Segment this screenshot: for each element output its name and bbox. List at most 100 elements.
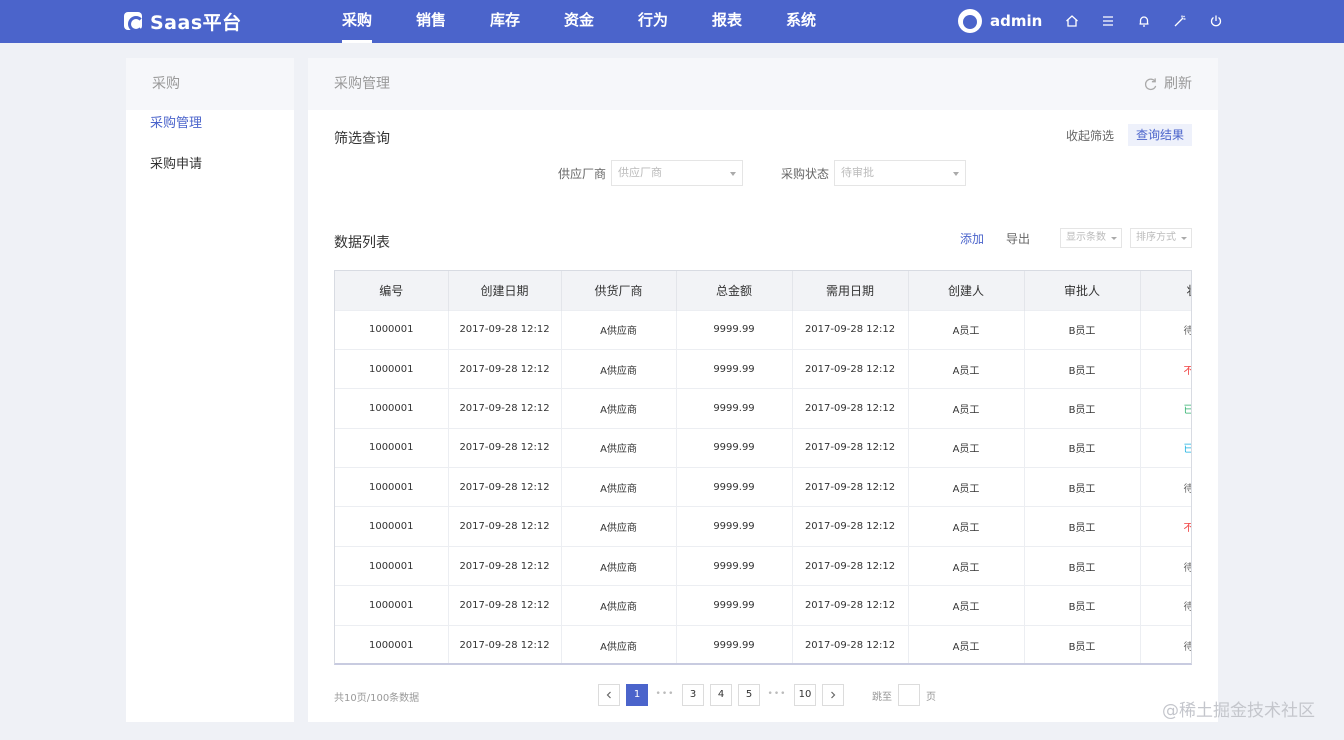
nav-item-behavior[interactable]: 行为 (616, 0, 690, 43)
table-cell: 1000001 (335, 506, 449, 547)
table-cell: A供应商 (561, 427, 677, 468)
table-cell: 2017-09-28 12:12 (792, 388, 909, 429)
table-cell: 1000001 (335, 388, 449, 429)
column-header[interactable]: 编号 (335, 271, 449, 310)
nav-item-system[interactable]: 系统 (764, 0, 838, 43)
menu-icon[interactable] (1090, 9, 1126, 33)
pagination-summary: 共10页/100条数据 (334, 693, 420, 704)
jump-page-input[interactable] (898, 684, 920, 706)
column-header[interactable]: 创建日期 (448, 271, 562, 310)
table-cell: A员工 (908, 624, 1025, 663)
table-cell: 不 (1140, 348, 1191, 389)
home-icon[interactable] (1054, 9, 1090, 33)
app-logo[interactable]: Saas平台 (124, 6, 242, 36)
table-cell: B员工 (1024, 309, 1141, 350)
sidebar-item-purchase-request[interactable]: 采购申请 (126, 151, 294, 192)
table-cell: B员工 (1024, 388, 1141, 429)
table-cell: A员工 (908, 545, 1025, 586)
table-cell: 1000001 (335, 427, 449, 468)
top-navbar: Saas平台 采购 销售 库存 资金 行为 报表 系统 admin (0, 0, 1344, 43)
table-cell: 2017-09-28 12:12 (448, 309, 562, 350)
table-cell: 2017-09-28 12:12 (448, 545, 562, 586)
refresh-icon (1144, 77, 1157, 90)
user-menu[interactable]: admin (958, 7, 1042, 35)
page-button-5[interactable]: 5 (738, 684, 760, 706)
bell-icon[interactable] (1126, 9, 1162, 33)
sort-select[interactable]: 排序方式 (1130, 228, 1192, 248)
table-row[interactable]: 1000001 2017-09-28 12:12 A供应商 9999.99 2017-0… (335, 467, 1191, 507)
refresh-button[interactable]: 刷新 (1143, 58, 1192, 110)
query-results-button[interactable]: 查询结果 (1127, 124, 1192, 146)
table-cell: A供应商 (561, 545, 677, 586)
table-row[interactable]: 1000001 2017-09-28 12:12 A供应商 9999.99 2017-0… (335, 624, 1191, 663)
table-cell: 9999.99 (676, 624, 793, 663)
table-cell: 待 (1140, 309, 1191, 350)
pagination: 1 ••• 3 4 5 ••• 10 跳至 页 (598, 684, 936, 706)
table-cell: A供应商 (561, 388, 677, 429)
add-button[interactable]: 添加 (960, 230, 984, 247)
jump-label: 跳至 (872, 691, 892, 703)
table-row[interactable]: 1000001 2017-09-28 12:12 A供应商 9999.99 2017-0… (335, 585, 1191, 626)
column-header[interactable]: 总金额 (676, 271, 793, 310)
page-size-select[interactable]: 显示条数 (1060, 228, 1122, 248)
table-cell: 2017-09-28 12:12 (448, 624, 562, 663)
table-cell: 1000001 (335, 585, 449, 626)
table-cell: 2017-09-28 12:12 (792, 467, 909, 507)
table-cell: 2017-09-28 12:12 (792, 624, 909, 663)
table-cell: 2017-09-28 12:12 (792, 506, 909, 547)
page-button-3[interactable]: 3 (682, 684, 704, 706)
nav-item-funds[interactable]: 资金 (542, 0, 616, 43)
page-button-10[interactable]: 10 (794, 684, 816, 706)
table-cell: 9999.99 (676, 545, 793, 586)
table-cell: A员工 (908, 467, 1025, 507)
top-toolbar (1054, 9, 1234, 33)
next-page-button[interactable] (822, 684, 844, 706)
table-cell: 已 (1140, 388, 1191, 429)
column-header[interactable]: 状态 (1140, 271, 1191, 310)
table-row[interactable]: 1000001 2017-09-28 12:12 A供应商 9999.99 2017-0… (335, 506, 1191, 547)
table-cell: 1000001 (335, 309, 449, 350)
table-cell: A供应商 (561, 506, 677, 547)
column-header[interactable]: 供货厂商 (561, 271, 677, 310)
table-cell: 9999.99 (676, 348, 793, 389)
table-cell: 待 (1140, 545, 1191, 586)
table-cell: 1000001 (335, 348, 449, 389)
table-cell: 2017-09-28 12:12 (448, 585, 562, 626)
table-cell: A员工 (908, 309, 1025, 350)
table-cell: 2017-09-28 12:12 (792, 348, 909, 389)
column-header[interactable]: 需用日期 (792, 271, 909, 310)
export-button[interactable]: 导出 (1006, 230, 1030, 247)
watermark: @稀土掘金技术社区 (1162, 701, 1315, 721)
list-actions: 添加 导出 显示条数 排序方式 (960, 228, 1192, 248)
table-cell: A供应商 (561, 309, 677, 350)
supplier-select[interactable]: 供应厂商 (611, 160, 744, 186)
column-header[interactable]: 创建人 (908, 271, 1025, 310)
column-header[interactable]: 审批人 (1024, 271, 1141, 310)
table-cell: 1000001 (335, 624, 449, 663)
logo-icon (124, 12, 144, 32)
table-row[interactable]: 1000001 2017-09-28 12:12 A供应商 9999.99 2017-0… (335, 545, 1191, 586)
table-row[interactable]: 1000001 2017-09-28 12:12 A供应商 9999.99 2017-0… (335, 427, 1191, 468)
table-cell: 9999.99 (676, 309, 793, 350)
status-select[interactable]: 待审批 (834, 160, 967, 186)
nav-item-sales[interactable]: 销售 (394, 0, 468, 43)
page-button-1[interactable]: 1 (626, 684, 648, 706)
table-cell: B员工 (1024, 585, 1141, 626)
nav-item-reports[interactable]: 报表 (690, 0, 764, 43)
page-jump: 跳至 页 (872, 684, 936, 706)
page-button-4[interactable]: 4 (710, 684, 732, 706)
collapse-filter-button[interactable]: 收起筛选 (1058, 127, 1122, 144)
table-cell: 2017-09-28 12:12 (792, 309, 909, 350)
sidebar-item-purchase-management[interactable]: 采购管理 (126, 110, 294, 151)
table-row[interactable]: 1000001 2017-09-28 12:12 A供应商 9999.99 2017-0… (335, 388, 1191, 429)
magic-wand-icon[interactable] (1162, 9, 1198, 33)
table-cell: A供应商 (561, 585, 677, 626)
table-cell: 9999.99 (676, 388, 793, 429)
power-icon[interactable] (1198, 9, 1234, 33)
prev-page-button[interactable] (598, 684, 620, 706)
nav-item-purchase[interactable]: 采购 (320, 0, 394, 43)
table-row[interactable]: 1000001 2017-09-28 12:12 A供应商 9999.99 2017-0… (335, 348, 1191, 389)
table-row[interactable]: 1000001 2017-09-28 12:12 A供应商 9999.99 2017-0… (335, 309, 1191, 350)
nav-item-inventory[interactable]: 库存 (468, 0, 542, 43)
page-title: 采购管理 (334, 76, 390, 92)
